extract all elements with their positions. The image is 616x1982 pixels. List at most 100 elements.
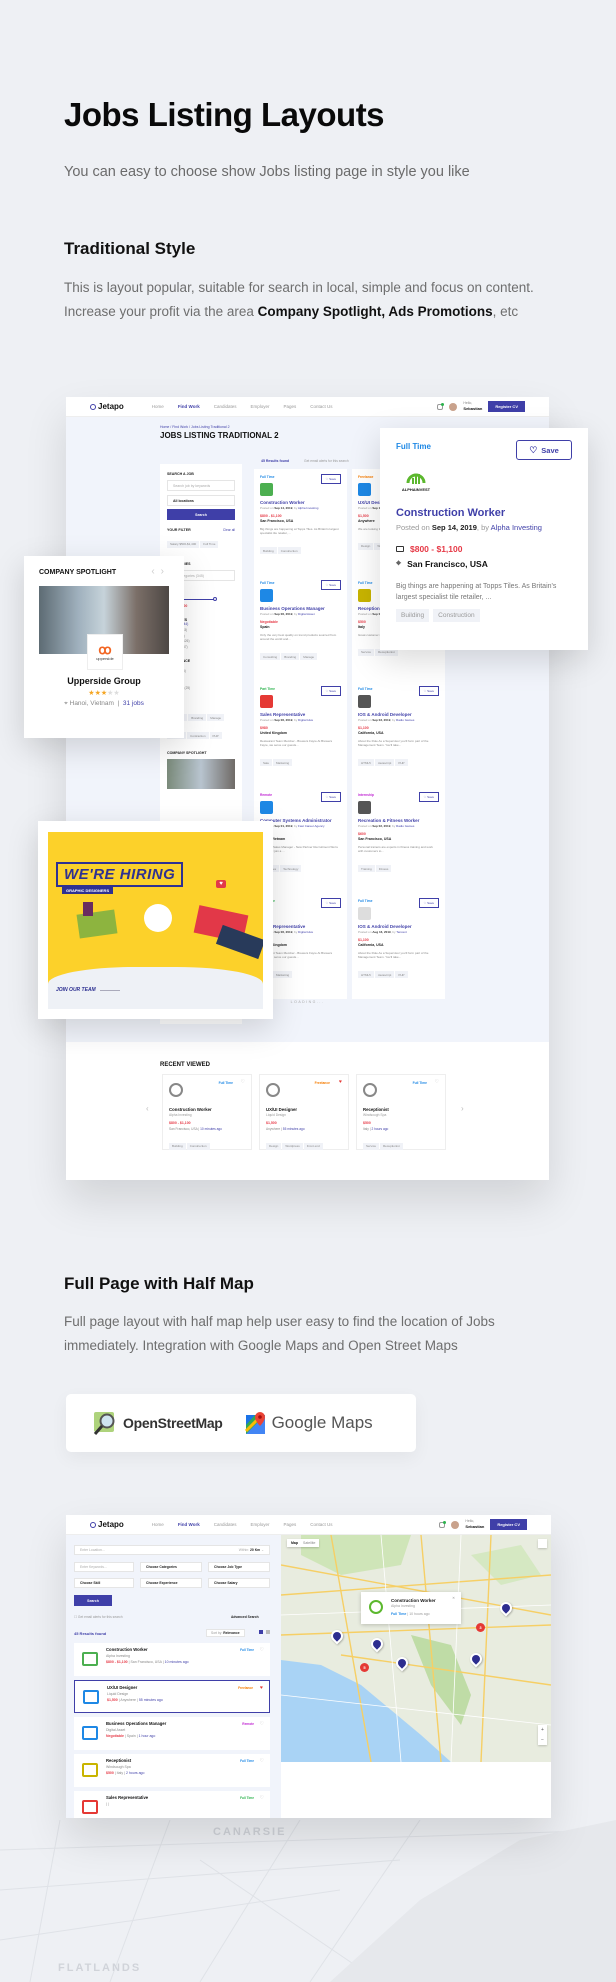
experience-select[interactable]: Choose Experience bbox=[140, 1578, 202, 1588]
job-tag[interactable]: Construction bbox=[277, 547, 301, 555]
register-cv-button[interactable]: Register CV bbox=[488, 401, 525, 412]
job-tag[interactable]: Building bbox=[260, 547, 277, 555]
keywords-input[interactable]: Enter Keywords... bbox=[74, 1562, 134, 1572]
favorite-heart-icon[interactable]: ♡ bbox=[241, 1079, 245, 1085]
advanced-search-toggle[interactable]: Advanced Search bbox=[231, 1615, 259, 1619]
skill-chip[interactable]: Contraction bbox=[187, 732, 209, 740]
job-tag[interactable]: Consulting bbox=[260, 653, 281, 661]
list-view-icon[interactable] bbox=[266, 1630, 270, 1634]
job-tag[interactable]: Javascript bbox=[374, 759, 395, 767]
job-card[interactable]: Internship ♡ Save Recreation & Fitness W… bbox=[352, 787, 445, 893]
job-tag[interactable]: Receptionist bbox=[380, 1142, 403, 1150]
job-card[interactable]: Full Time ♡ Save Business Operations Man… bbox=[254, 575, 347, 681]
email-alert-checkbox[interactable]: Get email alerts for this search bbox=[304, 459, 349, 463]
skill-chip[interactable]: PHP bbox=[209, 732, 222, 740]
keyword-search-input[interactable]: Search job by keywords bbox=[167, 480, 235, 491]
job-tag[interactable]: PHP bbox=[395, 971, 408, 979]
job-card[interactable]: Full Time ♡ Save IOS & Android Developer… bbox=[352, 681, 445, 787]
nav-home[interactable]: Home bbox=[152, 1522, 164, 1527]
recent-job-card[interactable]: Full Time ♡ Construction Worker Alpha In… bbox=[162, 1074, 252, 1150]
nav-candidates[interactable]: Candidates bbox=[214, 1522, 237, 1527]
recent-job-card[interactable]: Freelance ♥ UX/UI Designer Liquid Design… bbox=[259, 1074, 349, 1150]
app-logo[interactable]: Jetapo bbox=[90, 402, 124, 411]
close-icon[interactable]: ✕ bbox=[452, 1596, 455, 1600]
email-alert-checkbox[interactable]: ☐ Get email alerts for this search bbox=[74, 1615, 123, 1619]
nav-employer[interactable]: Employer bbox=[251, 404, 270, 409]
result-list-item[interactable]: Construction Worker Alpha Investing $800… bbox=[74, 1643, 270, 1676]
map-type-toggle[interactable]: Map Satellite bbox=[287, 1539, 320, 1547]
job-title-link[interactable]: IOS & Android Developer bbox=[358, 924, 439, 929]
job-tag[interactable]: Building bbox=[169, 1142, 186, 1150]
job-tag[interactable]: PHP bbox=[395, 759, 408, 767]
nav-home[interactable]: Home bbox=[152, 404, 164, 409]
breadcrumb[interactable]: Home / Find Work / Jobs Listing Traditio… bbox=[160, 425, 230, 429]
spotlight-nav-arrows[interactable]: ‹› bbox=[151, 566, 170, 577]
job-tag[interactable]: Javascript bbox=[374, 971, 395, 979]
job-title-link[interactable]: Business Operations Manager bbox=[106, 1721, 264, 1726]
save-job-button[interactable]: ♡ Save bbox=[516, 440, 572, 460]
result-list-item[interactable]: Receptionist Windsough Spa $500 | Italy … bbox=[74, 1754, 270, 1787]
active-filter-chip[interactable]: Full Time bbox=[200, 540, 219, 548]
nav-find-work[interactable]: Find Work bbox=[178, 1522, 200, 1527]
zoom-out-button[interactable]: − bbox=[538, 1735, 547, 1745]
user-greeting[interactable]: Hello, Sebastian bbox=[463, 401, 482, 412]
save-job-button[interactable]: ♡ Save bbox=[320, 686, 341, 696]
save-job-button[interactable]: ♡ Save bbox=[320, 580, 341, 590]
sort-select[interactable]: Sort by: Relevance bbox=[206, 1629, 245, 1637]
user-avatar[interactable] bbox=[449, 402, 458, 411]
job-tag[interactable]: Construction bbox=[433, 609, 480, 622]
map-cluster[interactable]: 3 bbox=[476, 1623, 485, 1632]
favorite-heart-icon[interactable]: ♡ bbox=[260, 1795, 264, 1801]
company-jobs-link[interactable]: 31 jobs bbox=[123, 700, 144, 707]
job-card[interactable]: Full Time ♡ Save IOS & Android Developer… bbox=[352, 893, 445, 999]
categories-select[interactable]: Choose Categories bbox=[140, 1562, 202, 1572]
job-tag[interactable]: Service bbox=[363, 1142, 380, 1150]
nav-candidates[interactable]: Candidates bbox=[214, 404, 237, 409]
job-tag[interactable]: Sale bbox=[260, 759, 273, 767]
skill-chip[interactable]: Branding bbox=[188, 714, 207, 722]
job-title-link[interactable]: Construction Worker bbox=[169, 1107, 245, 1112]
favorite-heart-icon[interactable]: ♡ bbox=[435, 1079, 439, 1085]
favorite-heart-icon[interactable]: ♡ bbox=[260, 1647, 264, 1653]
job-tag[interactable]: HTML5 bbox=[358, 759, 374, 767]
app-logo[interactable]: Jetapo bbox=[90, 1520, 124, 1529]
fullscreen-icon[interactable] bbox=[538, 1539, 547, 1548]
job-tag[interactable]: Branding bbox=[281, 653, 300, 661]
clear-all-link[interactable]: Clear all bbox=[223, 528, 235, 532]
job-tag[interactable]: HTML5 bbox=[358, 971, 374, 979]
job-title-link[interactable]: UX/UI Designer bbox=[266, 1107, 342, 1112]
spotlight-company-name[interactable]: Upperside Group bbox=[39, 676, 169, 686]
favorite-heart-icon[interactable]: ♥ bbox=[339, 1079, 342, 1085]
map-cluster[interactable]: 5 bbox=[360, 1663, 369, 1672]
job-tag[interactable]: Construction bbox=[186, 1142, 210, 1150]
save-job-button[interactable]: ♡ Save bbox=[418, 792, 439, 802]
featured-job-card[interactable]: Full Time ♡ Save ALPHAINVEST Construction… bbox=[380, 428, 588, 650]
user-greeting[interactable]: Hello, Sebastian bbox=[465, 1519, 484, 1530]
job-tag[interactable]: Design bbox=[358, 542, 374, 550]
save-job-button[interactable]: ♡ Save bbox=[418, 686, 439, 696]
job-tag[interactable]: Marketing bbox=[273, 971, 293, 979]
map-info-window[interactable]: Construction Worker Alpha Investing Full… bbox=[361, 1592, 461, 1624]
skill-select[interactable]: Choose Skill bbox=[74, 1578, 134, 1588]
job-title-link[interactable]: IOS & Android Developer bbox=[358, 712, 439, 717]
nav-pages[interactable]: Pages bbox=[284, 404, 297, 409]
result-list-item[interactable]: Business Operations Manager Digital Asse… bbox=[74, 1717, 270, 1750]
job-card[interactable]: Part Time ♡ Save Sales Representative Po… bbox=[254, 681, 347, 787]
company-link[interactable]: Alpha Investing bbox=[491, 523, 542, 532]
user-avatar[interactable] bbox=[451, 1520, 460, 1529]
job-tag[interactable]: Design bbox=[266, 1142, 282, 1150]
location-select[interactable]: All locations bbox=[167, 495, 235, 506]
job-type-select[interactable]: Choose Job Type bbox=[208, 1562, 270, 1572]
job-tag[interactable]: Wordpress bbox=[282, 1142, 303, 1150]
favorite-heart-icon[interactable]: ♡ bbox=[260, 1721, 264, 1727]
notification-bell-icon[interactable] bbox=[439, 1520, 447, 1528]
recent-prev-arrow[interactable]: ‹ bbox=[146, 1104, 149, 1113]
skill-chip[interactable]: Manage bbox=[207, 714, 225, 722]
active-filter-chip[interactable]: Salary $500-$1,400 bbox=[167, 540, 200, 548]
map-tab-satellite[interactable]: Satellite bbox=[303, 1541, 315, 1545]
google-map[interactable]: Map Satellite Construction Worker Alpha I… bbox=[281, 1535, 551, 1762]
job-tag[interactable]: Front end bbox=[303, 1142, 323, 1150]
nav-pages[interactable]: Pages bbox=[284, 1522, 297, 1527]
sidebar-search-button[interactable]: Search bbox=[167, 509, 235, 520]
result-list-item[interactable]: Sales Representative | | Full Time ♡ bbox=[74, 1791, 270, 1818]
